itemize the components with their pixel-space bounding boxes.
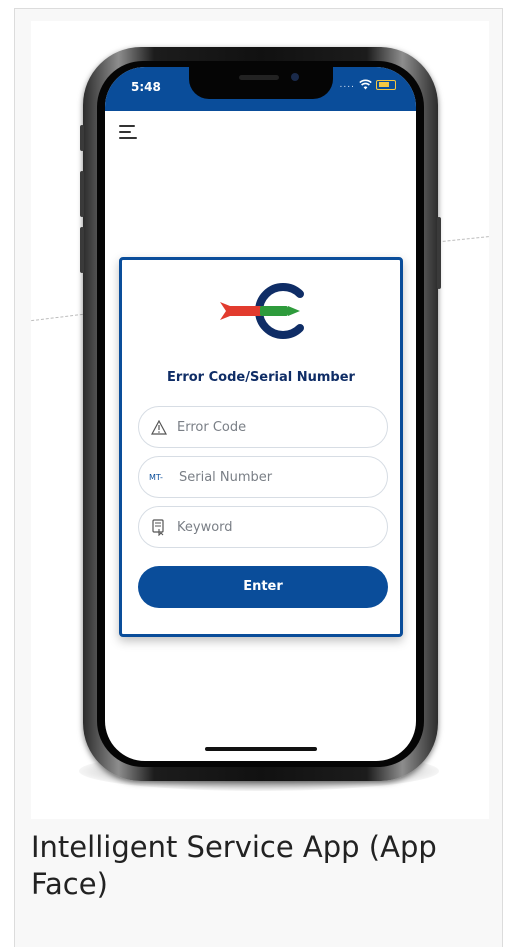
home-indicator [205, 747, 317, 751]
dashed-guide-right [433, 236, 489, 243]
keyword-doc-icon [149, 518, 169, 536]
phone-frame: 5:48 .... Error Code/Serial Number Error… [80, 47, 441, 781]
phone-camera [291, 73, 299, 81]
serial-number-placeholder: Serial Number [179, 469, 273, 485]
phone-speaker [239, 75, 279, 80]
enter-button[interactable]: Enter [138, 566, 388, 608]
battery-charging-icon [376, 79, 396, 90]
error-code-placeholder: Error Code [177, 419, 247, 435]
app-logo-icon [220, 283, 304, 339]
serial-prefix-label: MT- [149, 472, 163, 482]
keyword-placeholder: Keyword [177, 519, 233, 535]
keyword-input[interactable]: Keyword [138, 506, 388, 548]
image-caption: Intelligent Service App (App Face) [31, 830, 437, 901]
status-time: 5:48 [131, 80, 161, 94]
phone-notch [189, 67, 333, 99]
wifi-icon [359, 79, 372, 90]
warning-triangle-icon [149, 418, 169, 436]
phone-power-button [437, 217, 441, 289]
phone-mute-switch [80, 125, 84, 151]
form-title: Error Code/Serial Number [167, 370, 355, 385]
error-code-input[interactable]: Error Code [138, 406, 388, 448]
phone-volume-down [80, 227, 84, 273]
hamburger-icon[interactable] [119, 125, 137, 139]
content-card: 5:48 .... Error Code/Serial Number Error… [14, 8, 503, 947]
phone-screen: 5:48 .... Error Code/Serial Number Error… [105, 67, 416, 761]
product-photo: 5:48 .... Error Code/Serial Number Error… [31, 21, 489, 819]
phone-volume-up [80, 171, 84, 217]
status-icons: .... [340, 79, 396, 90]
signal-dots: .... [339, 79, 355, 90]
dashed-guide-left [31, 313, 83, 322]
search-form-card: Error Code/Serial Number Error Code MT- … [119, 257, 403, 637]
serial-number-input[interactable]: MT- Serial Number [138, 456, 388, 498]
